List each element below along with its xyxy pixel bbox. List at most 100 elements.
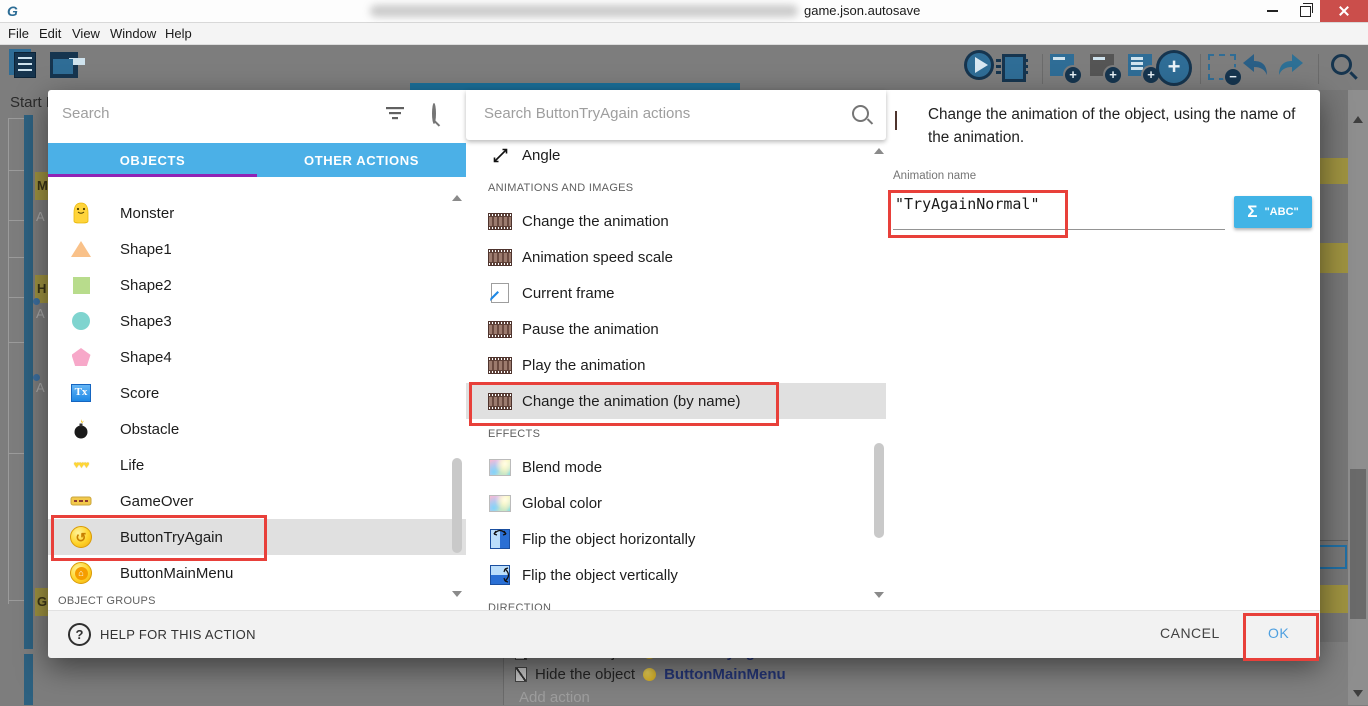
objects-scrollbar-thumb[interactable] xyxy=(452,458,462,553)
tab-objects[interactable]: OBJECTS xyxy=(48,143,257,177)
restore-button[interactable] xyxy=(1290,0,1320,22)
action-item-animation-speed[interactable]: Animation speed scale xyxy=(466,239,886,275)
title-bar: G game.json.autosave xyxy=(0,0,1368,23)
undo-icon xyxy=(1240,52,1270,78)
action-item-flip-horizontally[interactable]: Flip the object horizontally xyxy=(466,521,886,557)
tab-other-actions[interactable]: OTHER ACTIONS xyxy=(257,143,466,177)
search-icon[interactable] xyxy=(432,103,436,124)
objects-search-input[interactable] xyxy=(60,104,364,123)
pentagon-icon xyxy=(70,348,92,366)
search-icon[interactable] xyxy=(852,105,869,122)
menu-window[interactable]: Window xyxy=(110,26,156,41)
action-text: Hide the object xyxy=(535,666,635,683)
minimize-button[interactable] xyxy=(1256,0,1288,22)
debug-icon xyxy=(1002,54,1026,82)
object-label: GameOver xyxy=(120,493,193,510)
help-link[interactable]: HELP FOR THIS ACTION xyxy=(100,627,256,642)
scroll-down-icon xyxy=(1353,690,1363,697)
event-highlight-sliver xyxy=(1320,585,1348,613)
action-item-angle[interactable]: Angle xyxy=(466,137,886,173)
actions-search-input[interactable] xyxy=(482,104,826,123)
section-header-animations: ANIMATIONS AND IMAGES xyxy=(488,182,633,194)
event-tree-line xyxy=(8,342,24,343)
annotation-box-buttontryagain xyxy=(51,515,267,561)
frame-page-icon xyxy=(488,283,512,303)
action-item-change-animation[interactable]: Change the animation xyxy=(466,203,886,239)
object-item-shape2[interactable]: Shape2 xyxy=(48,267,466,303)
actions-scrollbar-thumb[interactable] xyxy=(874,443,884,538)
event-tree-line xyxy=(8,220,24,221)
restore-icon xyxy=(1300,6,1311,17)
add-external-events-icon: + xyxy=(1090,54,1114,76)
toolbar-separator xyxy=(1200,54,1201,84)
actions-search-card xyxy=(466,90,886,140)
object-item-life[interactable]: ♥♥♥ Life xyxy=(48,447,466,483)
remove-frame-icon: − xyxy=(1208,54,1236,80)
action-item-flip-vertically[interactable]: Flip the object vertically xyxy=(466,557,886,593)
scroll-down-icon[interactable] xyxy=(874,592,884,598)
object-label: ButtonMainMenu xyxy=(120,565,233,582)
objects-search-field[interactable] xyxy=(60,104,364,123)
cancel-button[interactable]: CANCEL xyxy=(1160,625,1220,641)
dialog-footer: ? HELP FOR THIS ACTION CANCEL OK xyxy=(48,610,1320,658)
bomb-icon xyxy=(70,419,92,439)
search-icon xyxy=(1330,53,1356,79)
add-external-layout-icon: + xyxy=(1128,54,1152,76)
object-item-shape1[interactable]: Shape1 xyxy=(48,231,466,267)
action-item-play-animation[interactable]: Play the animation xyxy=(466,347,886,383)
action-item-pause-animation[interactable]: Pause the animation xyxy=(466,311,886,347)
hearts-icon: ♥♥♥ xyxy=(70,460,92,471)
object-item-obstacle[interactable]: Obstacle xyxy=(48,411,466,447)
object-item-monster[interactable]: Monster xyxy=(48,195,466,231)
action-item-current-frame[interactable]: Current frame xyxy=(466,275,886,311)
event-tree-line xyxy=(8,257,24,258)
filter-icon[interactable] xyxy=(386,107,406,120)
abc-label: "ABC" xyxy=(1264,206,1298,218)
flip-horizontal-icon xyxy=(488,529,512,549)
menu-bar: File Edit View Window Help xyxy=(0,23,1368,45)
event-tree-line xyxy=(8,600,24,601)
object-item-gameover[interactable]: GameOver xyxy=(48,483,466,519)
blend-mode-icon xyxy=(488,459,512,476)
object-groups-header: OBJECT GROUPS xyxy=(58,595,156,607)
object-item-shape3[interactable]: Shape3 xyxy=(48,303,466,339)
close-icon xyxy=(1338,5,1350,17)
monster-icon xyxy=(70,202,92,224)
object-label: Monster xyxy=(120,205,174,222)
project-manager-icon xyxy=(14,52,38,80)
play-icon xyxy=(964,50,994,80)
object-tabs: OBJECTS OTHER ACTIONS xyxy=(48,143,466,177)
action-label: Blend mode xyxy=(522,459,602,476)
event-tree-line xyxy=(8,118,9,604)
active-tab-underline xyxy=(48,174,257,177)
menu-view[interactable]: View xyxy=(72,26,100,41)
scroll-down-icon[interactable] xyxy=(452,591,462,597)
scene-editor-icon xyxy=(50,52,78,78)
main-menu-button-icon: ⌂ xyxy=(70,562,92,584)
object-item-score[interactable]: Tx Score xyxy=(48,375,466,411)
blurred-title-text xyxy=(370,5,798,17)
triangle-icon xyxy=(70,241,92,257)
event-highlight-sliver xyxy=(1320,243,1348,273)
close-button[interactable] xyxy=(1320,0,1368,22)
object-label: Life xyxy=(120,457,144,474)
action-item-global-color[interactable]: Global color xyxy=(466,485,886,521)
menu-edit[interactable]: Edit xyxy=(39,26,61,41)
event-tree-line xyxy=(8,118,24,119)
expression-editor-button[interactable]: Σ "ABC" xyxy=(1234,196,1312,228)
menu-file[interactable]: File xyxy=(8,26,29,41)
object-item-shape4[interactable]: Shape4 xyxy=(48,339,466,375)
menu-help[interactable]: Help xyxy=(165,26,192,41)
gdevelop-logo-icon: G xyxy=(7,3,23,19)
object-label: Score xyxy=(120,385,159,402)
minimize-icon xyxy=(1267,10,1278,12)
sigma-icon: Σ xyxy=(1247,202,1257,222)
add-scene-icon: + xyxy=(1050,54,1074,76)
scroll-up-icon[interactable] xyxy=(874,148,884,154)
action-label: Angle xyxy=(522,147,560,164)
add-text-sliver: A xyxy=(36,306,45,321)
section-header-effects: EFFECTS xyxy=(488,428,540,440)
action-item-blend-mode[interactable]: Blend mode xyxy=(466,449,886,485)
scroll-up-icon[interactable] xyxy=(452,195,462,201)
help-icon[interactable]: ? xyxy=(68,623,91,646)
